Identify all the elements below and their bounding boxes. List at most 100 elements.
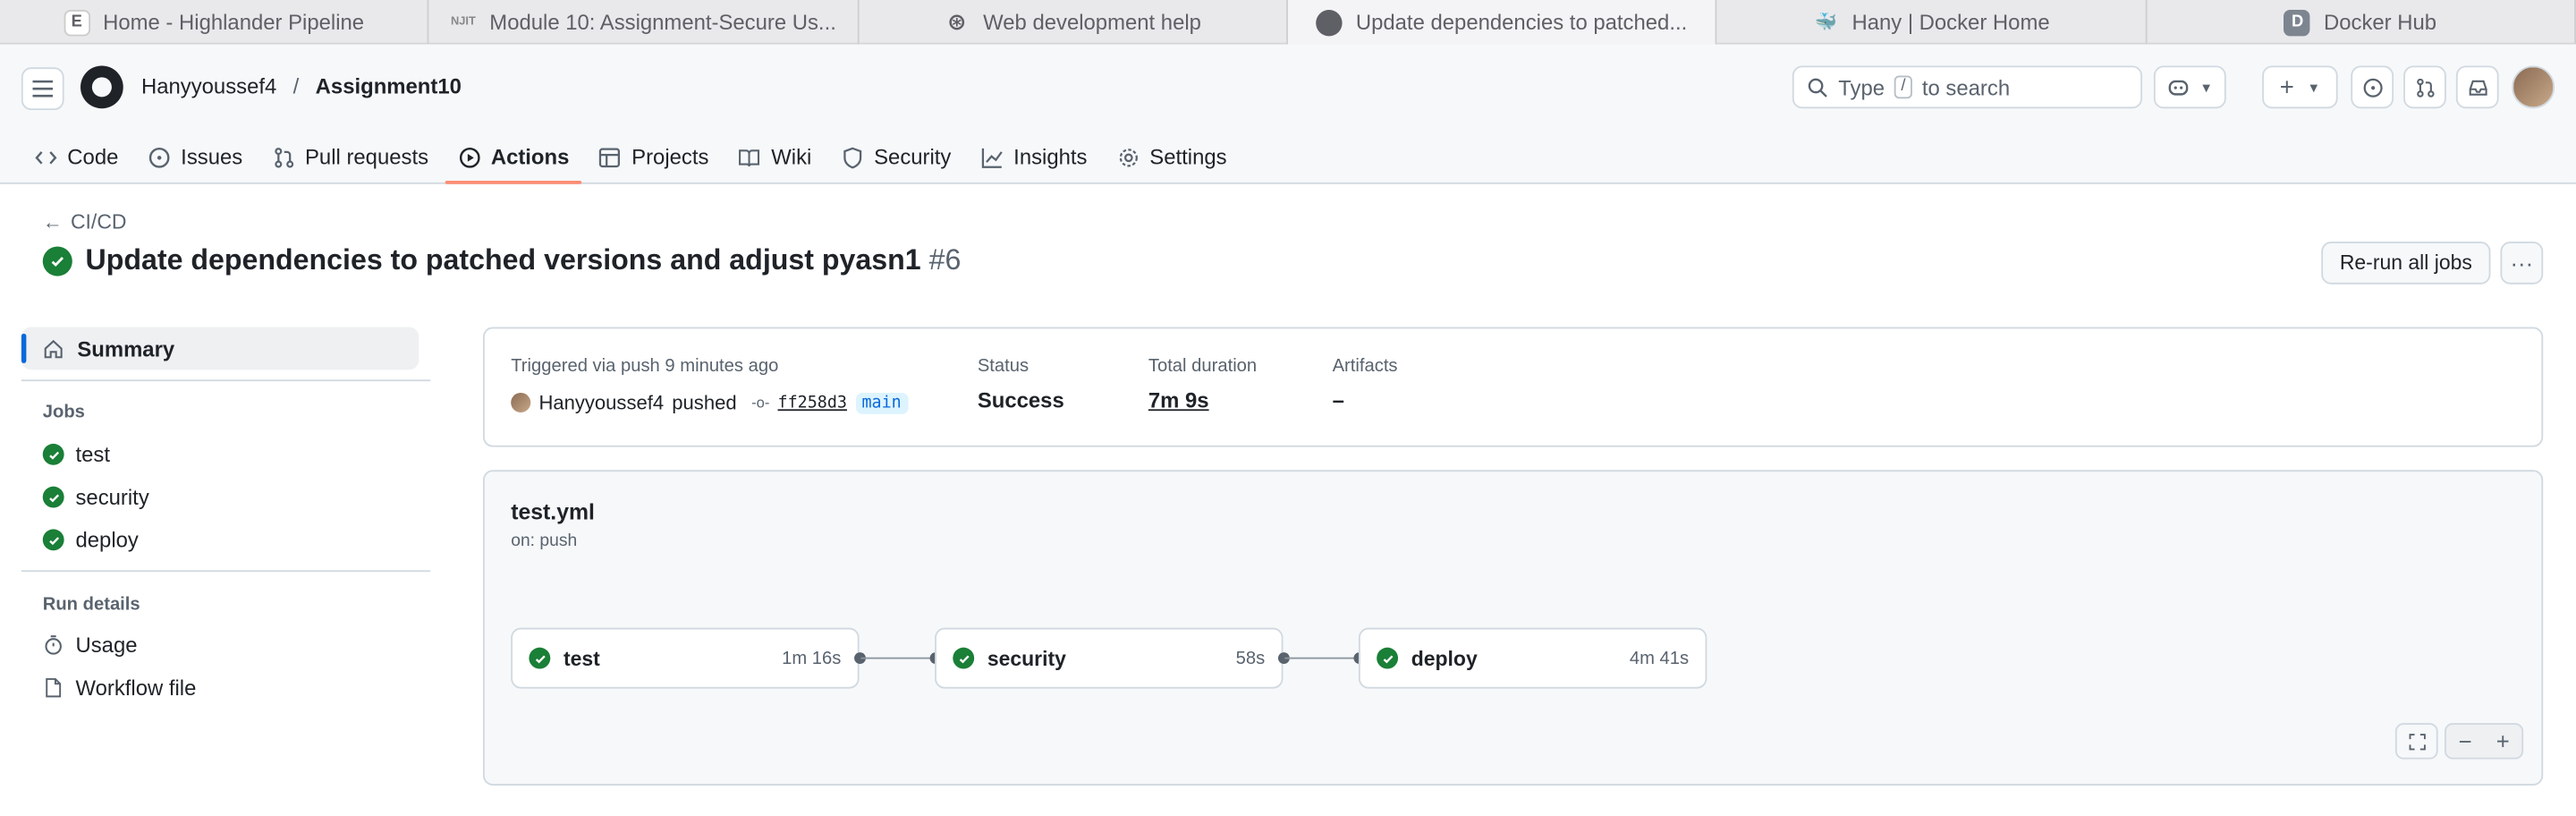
job-connector	[860, 657, 930, 659]
hamburger-icon	[32, 80, 54, 98]
browser-tab-module10[interactable]: NJIT Module 10: Assignment-Secure Us...	[429, 0, 859, 45]
rerun-all-jobs-button[interactable]: Re-run all jobs	[2321, 241, 2491, 285]
job-duration: 4m 41s	[1629, 648, 1690, 668]
job-card-test[interactable]: test 1m 16s	[511, 627, 860, 689]
tab-wiki[interactable]: Wiki	[725, 130, 825, 184]
sidebar-item-job-security[interactable]: security	[42, 484, 149, 510]
job-connector	[1284, 657, 1354, 659]
browser-tab-bar: E Home - Highlander Pipeline NJIT Module…	[0, 0, 2576, 45]
chatgpt-favicon-icon: ⊛	[946, 8, 967, 35]
github-logo-icon[interactable]	[80, 65, 123, 109]
repo-name-link[interactable]: Assignment10	[316, 74, 462, 99]
artifacts-label: Artifacts	[1332, 356, 1398, 377]
success-check-icon	[42, 486, 64, 508]
issues-button[interactable]	[2351, 65, 2394, 109]
browser-tab-docker-hub[interactable]: D Docker Hub	[2147, 0, 2576, 45]
sidebar-item-workflow-file[interactable]: Workflow file	[43, 676, 197, 700]
pull-request-icon	[274, 147, 293, 167]
create-new-button[interactable]: + ▼	[2262, 65, 2338, 109]
repo-navigation: Code Issues Pull requests Actions Projec…	[0, 130, 2576, 184]
tab-issues[interactable]: Issues	[135, 130, 256, 184]
sidebar-item-label: Summary	[77, 336, 175, 361]
workflow-graph: test.yml on: push test 1m 16s security 5…	[482, 470, 2544, 786]
success-check-icon	[529, 647, 551, 669]
issue-icon	[148, 147, 170, 167]
play-icon	[459, 147, 480, 167]
page-title: Update dependencies to patched versions …	[42, 242, 962, 278]
tab-label: Security	[874, 144, 952, 170]
tab-pull-requests[interactable]: Pull requests	[259, 130, 442, 184]
menu-button[interactable]	[21, 67, 64, 111]
branch-badge[interactable]: main	[855, 392, 909, 413]
actor-link[interactable]: Hanyyoussef4	[538, 391, 664, 414]
jobs-heading: Jobs	[42, 402, 85, 423]
search-input[interactable]: Type / to search	[1792, 65, 2143, 109]
duration-link[interactable]: 7m 9s	[1148, 387, 1209, 412]
push-info: Hanyyoussef4 pushed -o- ff258d3 main	[511, 391, 909, 414]
stopwatch-icon	[45, 635, 62, 655]
tab-label: Code	[67, 144, 119, 170]
search-placeholder-suffix: to search	[1921, 74, 2011, 100]
fullscreen-button[interactable]	[2394, 723, 2438, 760]
job-card-deploy[interactable]: deploy 4m 41s	[1358, 627, 1707, 689]
run-number: #6	[928, 242, 962, 276]
success-check-icon	[42, 245, 72, 276]
sidebar-item-label: security	[75, 484, 149, 510]
job-name: deploy	[1411, 646, 1478, 670]
success-check-icon	[42, 443, 64, 465]
home-icon	[44, 339, 63, 358]
browser-tab-chatgpt[interactable]: ⊛ Web development help	[859, 0, 1288, 45]
user-avatar[interactable]	[2512, 65, 2555, 109]
inbox-button[interactable]	[2455, 65, 2499, 109]
tab-actions[interactable]: Actions	[445, 130, 582, 184]
plus-icon: +	[2279, 72, 2294, 101]
success-check-icon	[42, 529, 64, 551]
tab-security[interactable]: Security	[828, 130, 964, 184]
browser-tab-title: Web development help	[983, 10, 1201, 35]
zoom-in-button[interactable]: +	[2484, 728, 2521, 754]
sidebar-divider	[21, 570, 431, 573]
copilot-button[interactable]: ▼	[2153, 65, 2226, 109]
njit-favicon-icon: NJIT	[450, 16, 476, 29]
tab-settings[interactable]: Settings	[1104, 130, 1240, 184]
browser-tab-highlander[interactable]: E Home - Highlander Pipeline	[0, 0, 429, 45]
search-icon	[1808, 77, 1827, 97]
back-to-workflow-link[interactable]: ← CI/CD	[43, 210, 127, 234]
tab-insights[interactable]: Insights	[968, 130, 1100, 184]
sidebar-item-summary[interactable]: Summary	[21, 327, 419, 370]
job-name: security	[987, 646, 1066, 670]
push-action: pushed	[672, 391, 737, 414]
run-summary-panel: Triggered via push 9 minutes ago Hanyyou…	[482, 327, 2544, 447]
pull-requests-button[interactable]	[2403, 65, 2446, 109]
chevron-down-icon: ▼	[2307, 80, 2321, 95]
gear-icon	[1119, 148, 1138, 166]
browser-tab-docker-home[interactable]: 🐳 Hany | Docker Home	[1717, 0, 2147, 45]
kebab-menu-icon[interactable]: ···	[2500, 241, 2544, 285]
tab-projects[interactable]: Projects	[586, 130, 722, 184]
tab-label: Projects	[631, 144, 709, 170]
tab-label: Settings	[1149, 144, 1227, 170]
sidebar-item-usage[interactable]: Usage	[43, 633, 138, 658]
sidebar-item-job-deploy[interactable]: deploy	[42, 528, 139, 552]
issue-icon	[2362, 77, 2382, 97]
tab-code[interactable]: Code	[21, 130, 131, 184]
fullscreen-icon	[2408, 733, 2425, 750]
code-icon	[35, 150, 57, 164]
browser-tab-title: Hany | Docker Home	[1852, 10, 2050, 35]
job-card-security[interactable]: security 58s	[935, 627, 1284, 689]
sidebar-item-job-test[interactable]: test	[42, 442, 110, 467]
status-value: Success	[977, 387, 1064, 413]
tab-label: Insights	[1013, 144, 1088, 170]
tab-label: Actions	[490, 144, 570, 170]
repo-owner-link[interactable]: Hanyyoussef4	[141, 74, 276, 99]
commit-sha-link[interactable]: ff258d3	[778, 394, 847, 412]
workflow-trigger: on: push	[511, 531, 578, 551]
browser-tab-title: Home - Highlander Pipeline	[103, 10, 365, 35]
browser-tab-github-run[interactable]: ● Update dependencies to patched...	[1287, 0, 1717, 45]
file-icon	[46, 677, 62, 698]
copilot-icon	[2168, 80, 2189, 96]
browser-tab-title: Module 10: Assignment-Secure Us...	[489, 10, 836, 35]
browser-tab-title: Docker Hub	[2323, 10, 2437, 35]
github-header: Hanyyoussef4 / Assignment10 Type / to se…	[0, 44, 2576, 184]
zoom-out-button[interactable]: −	[2446, 728, 2484, 754]
